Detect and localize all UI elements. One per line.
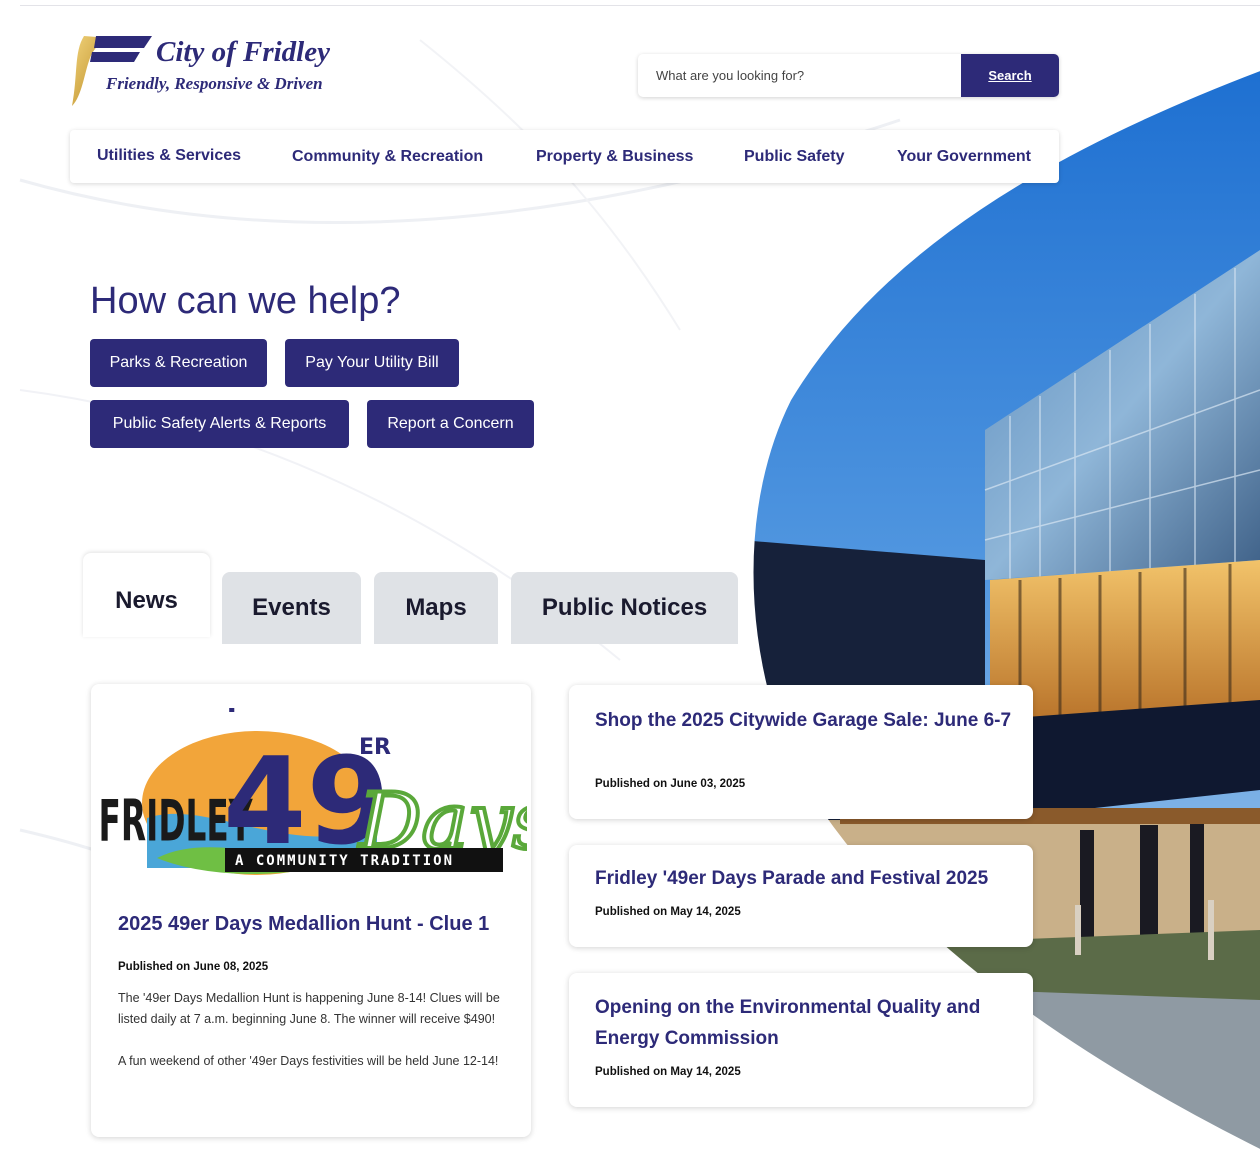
logo-tagline: Friendly, Responsive & Driven (106, 74, 323, 93)
pay-utility-bill-button[interactable]: Pay Your Utility Bill (285, 339, 459, 387)
featured-news-paragraph: The '49er Days Medallion Hunt is happeni… (118, 991, 500, 1026)
tab-public-notices[interactable]: Public Notices (511, 572, 738, 644)
news-date: Published on June 03, 2025 (595, 778, 746, 790)
help-heading: How can we help? (90, 280, 401, 322)
main-navigation: Utilities & Services Community & Recreat… (70, 130, 1059, 183)
logo-suffix: ER (359, 735, 391, 760)
news-title[interactable]: Shop the 2025 Citywide Garage Sale: June… (595, 705, 1015, 736)
news-card[interactable]: Fridley '49er Days Parade and Festival 2… (569, 845, 1033, 947)
public-safety-alerts-button[interactable]: Public Safety Alerts & Reports (90, 400, 349, 448)
nav-item-community-recreation[interactable]: Community & Recreation (292, 130, 483, 183)
nav-item-property-business[interactable]: Property & Business (536, 130, 693, 183)
nav-item-utilities-services[interactable]: Utilities & Services (97, 129, 241, 182)
news-title[interactable]: Fridley '49er Days Parade and Festival 2… (595, 863, 1015, 894)
fridley-f-logo-icon (72, 36, 152, 106)
news-title[interactable]: Opening on the Environmental Quality and… (595, 992, 1015, 1054)
featured-news-title[interactable]: 2025 49er Days Medallion Hunt - Clue 1 (118, 913, 489, 936)
news-date: Published on May 14, 2025 (595, 906, 741, 918)
logo-banner-text: A COMMUNITY TRADITION (235, 853, 454, 869)
site-logo[interactable]: City of Fridley Friendly, Responsive & D… (70, 34, 370, 108)
logo-title: City of Fridley (156, 36, 330, 68)
featured-news-card[interactable]: FRIDLEY ' 49 ER Days A COMMUNITY TRADITI… (91, 684, 531, 1137)
featured-news-body: The '49er Days Medallion Hunt is happeni… (118, 988, 508, 1093)
featured-news-paragraph: A fun weekend of other '49er Days festiv… (118, 1054, 499, 1068)
tab-events[interactable]: Events (222, 572, 361, 644)
report-concern-button[interactable]: Report a Concern (367, 400, 534, 448)
news-card[interactable]: Opening on the Environmental Quality and… (569, 973, 1033, 1107)
featured-news-date: Published on June 08, 2025 (118, 961, 269, 973)
tab-maps[interactable]: Maps (374, 572, 498, 644)
search-button[interactable]: Search (961, 54, 1059, 97)
parks-recreation-button[interactable]: Parks & Recreation (90, 339, 267, 387)
tab-news[interactable]: News (83, 553, 210, 637)
search-input[interactable] (638, 54, 961, 97)
49er-days-logo-image: FRIDLEY ' 49 ER Days A COMMUNITY TRADITI… (99, 708, 527, 875)
news-date: Published on May 14, 2025 (595, 1066, 741, 1078)
news-card[interactable]: Shop the 2025 Citywide Garage Sale: June… (569, 685, 1033, 819)
nav-item-your-government[interactable]: Your Government (897, 130, 1031, 183)
site-search: Search (638, 54, 1059, 97)
nav-item-public-safety[interactable]: Public Safety (744, 130, 844, 183)
